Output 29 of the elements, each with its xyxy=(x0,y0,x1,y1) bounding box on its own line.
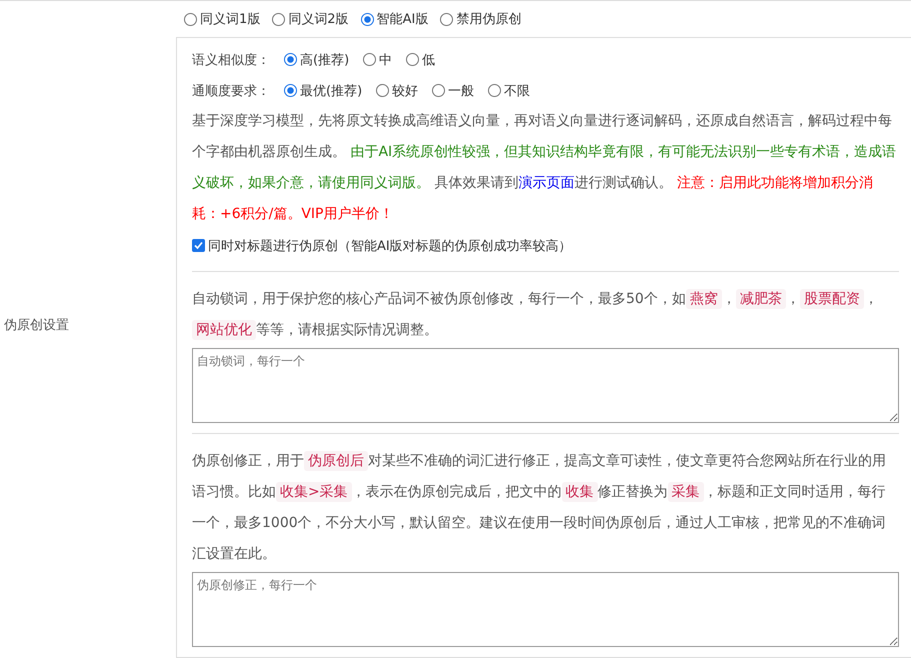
setting-radio-option[interactable]: 一般 xyxy=(432,82,474,100)
setting-radio-option[interactable]: 低 xyxy=(406,50,436,68)
keyword-tag: 伪原创后 xyxy=(304,451,368,471)
keyword-tag: 燕窝 xyxy=(686,289,722,309)
setting-label: 通顺度要求： xyxy=(192,82,270,100)
keyword-tag: 减肥茶 xyxy=(736,289,786,309)
corrections-field[interactable]: 伪原创修正，每行一个 xyxy=(192,572,899,647)
keyword-tag: 股票配资 xyxy=(800,289,864,309)
setting-radio-option[interactable]: 不限 xyxy=(488,82,530,100)
lock-words-field[interactable]: 自动锁词，每行一个 xyxy=(192,348,899,423)
keyword-tag: 采集 xyxy=(668,482,704,502)
ai-mode-description: 基于深度学习模型，先将原文转换成高维语义向量，再对语义向量进行逐词解码，还原成自然语言，解码过程中每个字都由机器原创生成。 由于AI系统原创性较强，但其知识结构毕竟有限，有可能无法识别一些专有术语，造成语义破坏，如果介意，请使用同义词版。 具体效果请到演示页面进行测试确认。 注意：启用此功能将增加积分消耗：+6积分/篇。VIP用户半价！ xyxy=(192,112,898,224)
setting-radio-option[interactable]: 中 xyxy=(363,50,392,68)
title-checkbox-option[interactable]: 同时对标题进行伪原创（智能AI版对标题的伪原创成功率较高） xyxy=(192,236,572,254)
setting-radio-option[interactable]: 最优(推荐) xyxy=(284,82,362,100)
keyword-tag: 收集 xyxy=(562,482,598,502)
keyword-tag: 收集>采集 xyxy=(276,482,352,502)
field-label: 伪原创设置 xyxy=(3,316,69,334)
mode-radio-option[interactable]: 智能AI版 xyxy=(360,10,428,28)
mode-radio-option[interactable]: 禁用伪原创 xyxy=(440,10,522,28)
setting-label: 语义相似度： xyxy=(192,52,270,68)
keyword-tag: 网站优化 xyxy=(192,320,256,340)
mode-radio-option[interactable]: 同义词1版 xyxy=(184,10,260,28)
corrections-description: 伪原创修正，用于 伪原创后 对某些不准确的词汇进行修正，提高文章可读性，使文章更符合您网站所在行业的用语习惯。比如 收集>采集 ，表示在伪原创完成后，把文中的 收集 修正替换为 采集 ，标题和正文同时适用，每行一个，最多1000个，不分大小写，默认留空。建议在使用一段时间伪原创后，通过人工审核，把常见的不准确词汇设置在此。 xyxy=(192,450,887,564)
setting-radio-option[interactable]: 高(推荐) xyxy=(284,50,350,68)
mode-radio-option[interactable]: 同义词2版 xyxy=(272,10,349,28)
setting-radio-option[interactable]: 较好 xyxy=(376,82,418,100)
demo-page-link[interactable]: 演示页面 xyxy=(518,175,574,191)
lock-words-description: 自动锁词，用于保护您的核心产品词不被伪原创修改，每行一个，最多50个，如 燕窝 ， 减肥茶 ， 股票配资 ， 网站优化 等等，请根据实际情况调整。 xyxy=(192,288,879,342)
